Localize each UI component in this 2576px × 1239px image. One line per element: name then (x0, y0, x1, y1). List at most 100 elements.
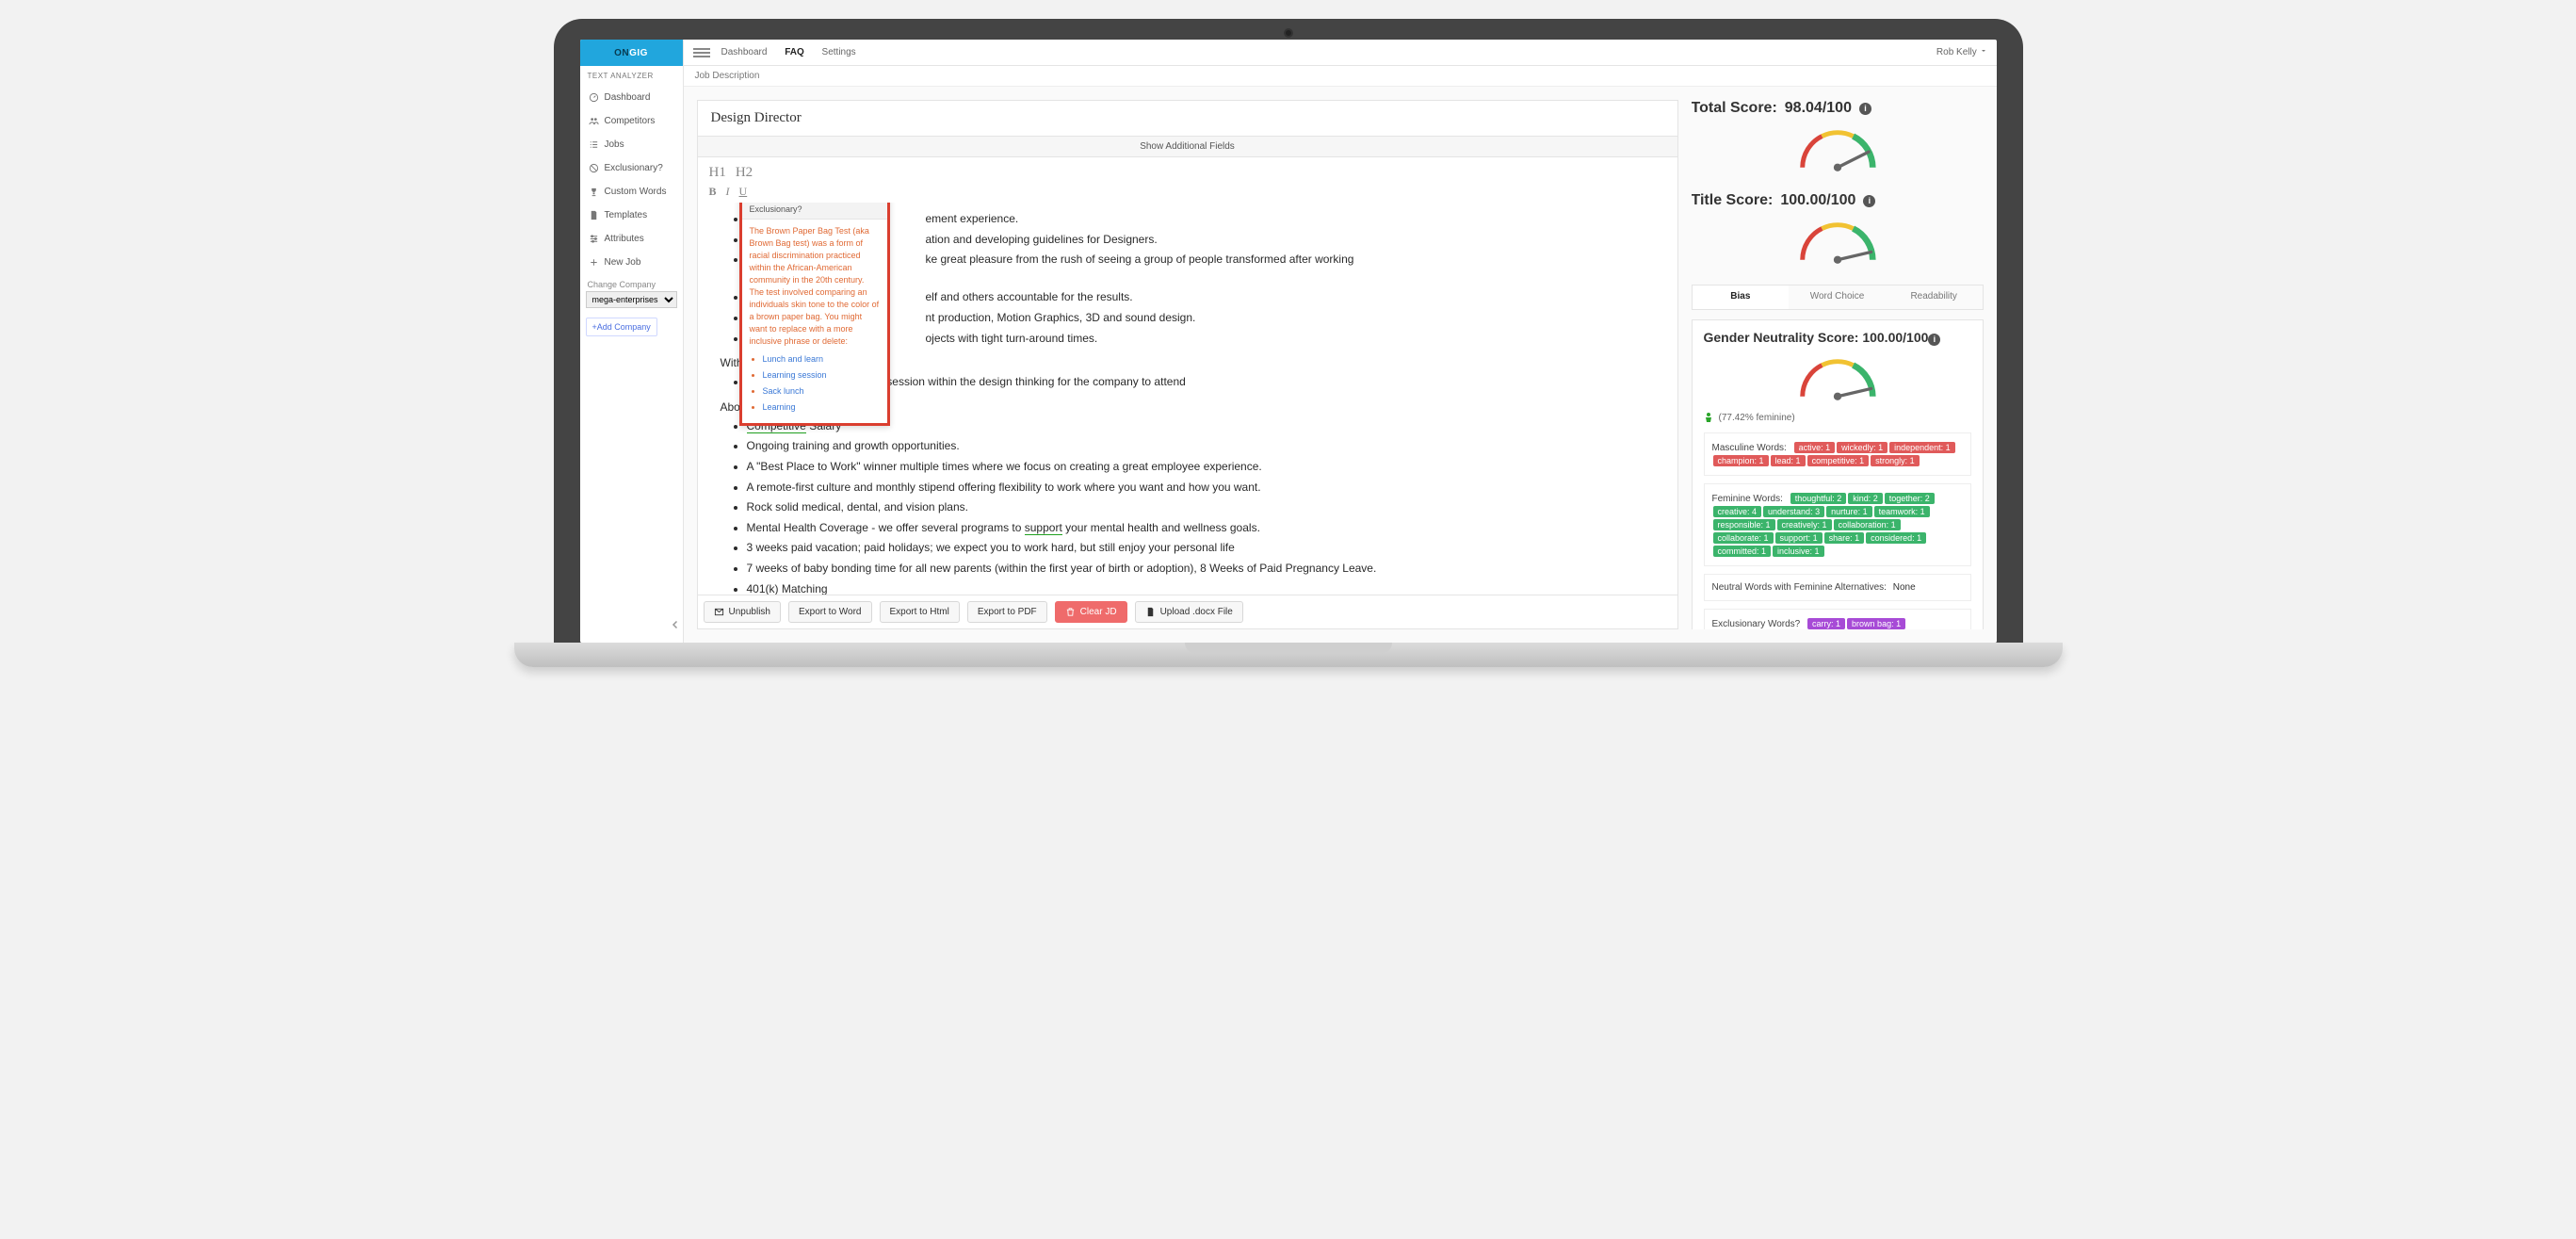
word-pill[interactable]: lead: 1 (1771, 455, 1806, 466)
sidebar-collapse-icon[interactable] (670, 619, 681, 633)
list-icon (589, 139, 599, 150)
tab-readability[interactable]: Readability (1886, 285, 1983, 309)
word-pill[interactable]: wickedly: 1 (1837, 442, 1887, 453)
editor-body[interactable]: Exclusionary? The Brown Paper Bag Test (… (698, 203, 1677, 595)
word-pill[interactable]: share: 1 (1824, 532, 1865, 544)
info-icon[interactable]: i (1928, 334, 1940, 346)
word-pill[interactable]: strongly: 1 (1871, 455, 1920, 466)
brand-gig: GIG (629, 48, 648, 58)
tab-word-choice[interactable]: Word Choice (1789, 285, 1886, 309)
toolbar-bold[interactable]: B (709, 185, 717, 199)
sidebar-item-dashboard[interactable]: Dashboard (580, 86, 683, 109)
word-pill[interactable]: creative: 4 (1713, 506, 1762, 517)
add-company-button[interactable]: +Add Company (586, 318, 657, 336)
word-pill[interactable]: considered: 1 (1866, 532, 1926, 544)
sidebar-item-custom-words[interactable]: Custom Words (580, 180, 683, 204)
neutral-value: None (1893, 582, 1916, 593)
info-icon[interactable]: i (1859, 103, 1871, 115)
sidebar-item-label: Dashboard (605, 92, 651, 103)
word-pill[interactable]: responsible: 1 (1713, 519, 1775, 530)
word-pill[interactable]: competitive: 1 (1807, 455, 1870, 466)
export-pdf-button[interactable]: Export to PDF (967, 601, 1047, 623)
sidebar-item-templates[interactable]: Templates (580, 204, 683, 227)
brand-logo: ONGIG (580, 40, 683, 66)
word-pill[interactable]: nurture: 1 (1826, 506, 1872, 517)
exclusionary-label: Exclusionary Words? (1712, 619, 1801, 629)
sidebar: ONGIG TEXT ANALYZER Dashboard Competitor… (580, 40, 684, 643)
benefits-list: Competitive SalaryOngoing training and g… (747, 417, 1655, 595)
popover-body: The Brown Paper Bag Test (aka Brown Bag … (750, 226, 880, 346)
sidebar-item-label: Attributes (605, 234, 644, 244)
feminine-indicator: (77.42% feminine) (1704, 412, 1971, 425)
export-word-button[interactable]: Export to Word (788, 601, 872, 623)
trophy-icon (589, 187, 599, 197)
list-item: 401(k) Matching (747, 580, 1655, 595)
sidebar-item-exclusionary[interactable]: Exclusionary? (580, 156, 683, 180)
upload-docx-button[interactable]: Upload .docx File (1135, 601, 1243, 623)
clear-jd-button[interactable]: Clear JD (1055, 601, 1127, 623)
company-select[interactable]: mega-enterprises (586, 291, 677, 308)
word-pill[interactable]: creatively: 1 (1777, 519, 1832, 530)
tab-bias[interactable]: Bias (1693, 285, 1790, 309)
word-pill[interactable]: thoughtful: 2 (1790, 493, 1847, 504)
file-icon (589, 210, 599, 220)
file-icon (1145, 607, 1156, 617)
user-menu[interactable]: Rob Kelly (1936, 47, 1987, 57)
list-item: Ongoing training and growth opportunitie… (747, 437, 1655, 455)
person-icon (1704, 412, 1713, 425)
topnav-settings[interactable]: Settings (822, 47, 856, 57)
topnav-dashboard[interactable]: Dashboard (721, 47, 768, 57)
toolbar-h2[interactable]: H2 (736, 165, 753, 181)
top-bar: Dashboard FAQ Settings Rob Kelly (684, 40, 1997, 66)
popover-title: Exclusionary? (742, 203, 887, 220)
word-pill[interactable]: kind: 2 (1848, 493, 1883, 504)
laptop-camera (1284, 28, 1293, 38)
unpublish-button[interactable]: Unpublish (704, 601, 781, 623)
score-panel: Total Score: 98.04/100 i (1692, 100, 1984, 629)
export-html-button[interactable]: Export to Html (880, 601, 960, 623)
popover-suggestion[interactable]: Learning session (763, 370, 827, 380)
neutral-words-card: Neutral Words with Feminine Alternatives… (1704, 574, 1971, 601)
sidebar-item-label: Templates (605, 210, 648, 220)
word-pill[interactable]: independent: 1 (1889, 442, 1955, 453)
sidebar-item-competitors[interactable]: Competitors (580, 109, 683, 133)
popover-suggestion[interactable]: Lunch and learn (763, 354, 824, 364)
sidebar-item-attributes[interactable]: Attributes (580, 227, 683, 251)
hamburger-icon[interactable] (693, 46, 710, 59)
bias-panel: Gender Neutrality Score: 100.00/100i (1692, 319, 1984, 629)
word-pill[interactable]: together: 2 (1885, 493, 1935, 504)
word-pill[interactable]: committed: 1 (1713, 546, 1772, 557)
change-company-label: Change Company (580, 274, 683, 291)
word-pill[interactable]: champion: 1 (1713, 455, 1769, 466)
show-additional-fields[interactable]: Show Additional Fields (698, 136, 1677, 157)
word-pill[interactable]: inclusive: 1 (1773, 546, 1824, 557)
toolbar-underline[interactable]: U (739, 185, 748, 199)
sidebar-item-label: Custom Words (605, 187, 667, 197)
feminine-label: Feminine Words: (1712, 494, 1783, 504)
word-pill[interactable]: understand: 3 (1763, 506, 1824, 517)
word-pill[interactable]: brown bag: 1 (1847, 618, 1905, 629)
brand-on: ON (614, 48, 629, 58)
sidebar-item-label: Exclusionary? (605, 163, 663, 173)
masculine-words-card: Masculine Words: active: 1wickedly: 1ind… (1704, 432, 1971, 476)
flagged-word[interactable]: support (1025, 521, 1062, 535)
editor-footer: Unpublish Export to Word Export to Html … (698, 595, 1677, 628)
popover-suggestion[interactable]: Learning (763, 402, 796, 412)
list-item: A remote-first culture and monthly stipe… (747, 479, 1655, 497)
word-pill[interactable]: carry: 1 (1807, 618, 1845, 629)
toolbar-h1[interactable]: H1 (709, 165, 726, 181)
sidebar-item-jobs[interactable]: Jobs (580, 133, 683, 156)
neutral-label: Neutral Words with Feminine Alternatives… (1712, 582, 1887, 593)
popover-suggestion[interactable]: Sack lunch (763, 386, 804, 396)
trash-icon (1065, 607, 1076, 617)
topnav-faq[interactable]: FAQ (785, 47, 804, 57)
word-pill[interactable]: collaborate: 1 (1713, 532, 1774, 544)
word-pill[interactable]: support: 1 (1775, 532, 1823, 544)
word-pill[interactable]: teamwork: 1 (1874, 506, 1930, 517)
word-pill[interactable]: collaboration: 1 (1834, 519, 1901, 530)
word-pill[interactable]: active: 1 (1794, 442, 1836, 453)
info-icon[interactable]: i (1863, 195, 1875, 207)
toolbar-italic[interactable]: I (726, 185, 730, 199)
top-nav: Dashboard FAQ Settings (721, 47, 871, 57)
sidebar-item-new-job[interactable]: New Job (580, 251, 683, 274)
